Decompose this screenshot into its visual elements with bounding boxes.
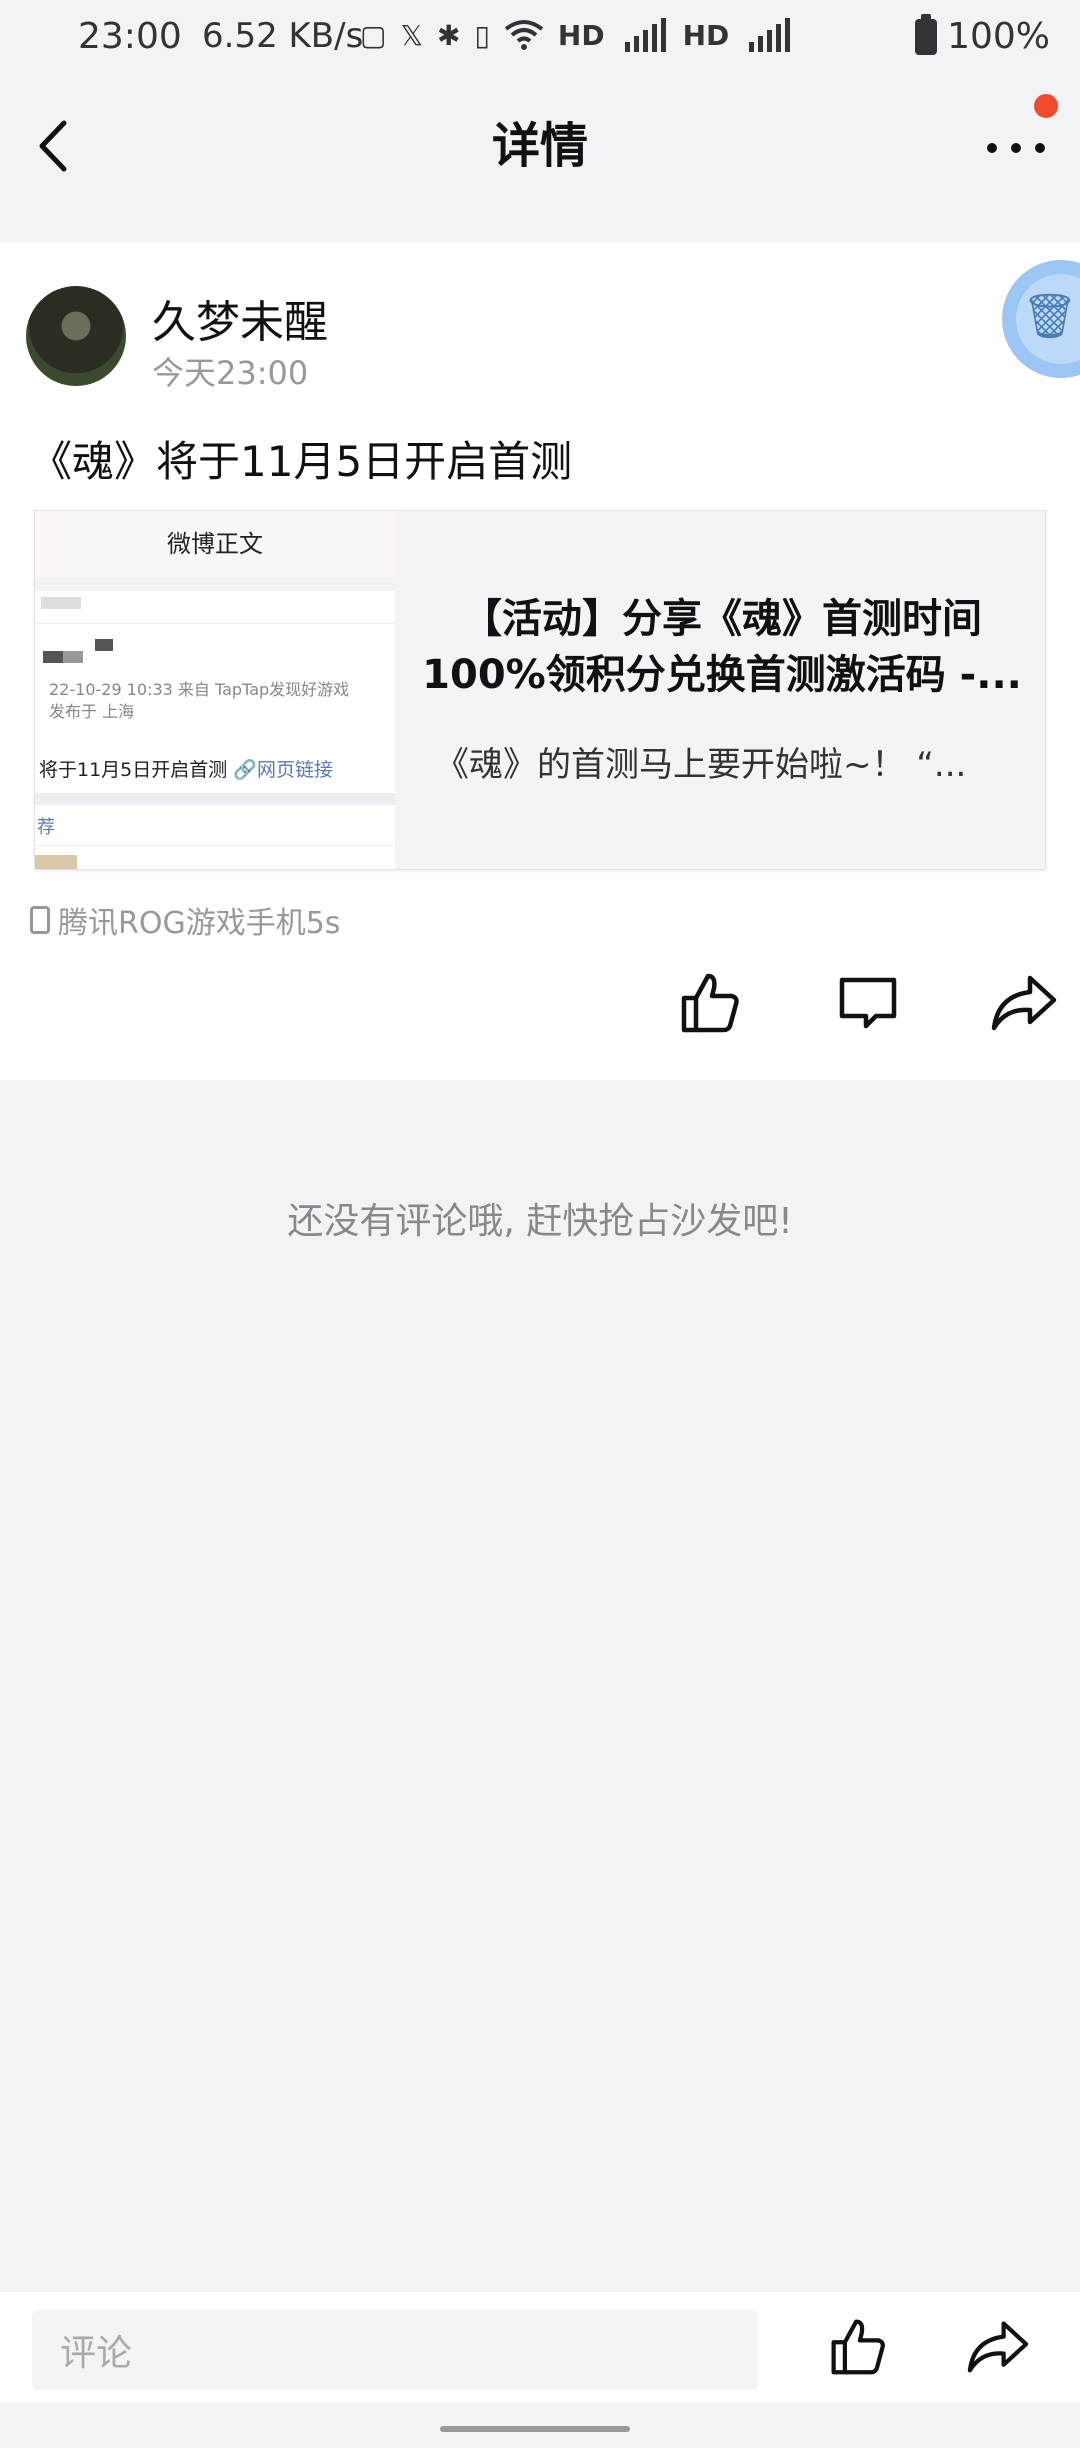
thumbnail-blur	[41, 597, 81, 609]
x-icon: 𝕏	[400, 18, 424, 52]
status-icons: ▢ 𝕏 ✱ ▯ HD HD	[360, 18, 793, 52]
link-card-description: 《魂》的首测马上要开始啦~！ “...	[435, 745, 967, 785]
hd-icon: HD	[557, 18, 605, 52]
battery-icon	[915, 13, 938, 55]
like-icon	[681, 973, 739, 1033]
post-actions	[0, 962, 1080, 1062]
thumbnail-post-text: 将于11月5日开启首测 🔗网页链接	[39, 755, 333, 782]
top-header: 详情	[0, 78, 1080, 238]
battery-percent: 100%	[947, 16, 1050, 57]
bottom-share-button[interactable]	[958, 2306, 1038, 2386]
avatar[interactable]	[26, 286, 126, 386]
link-thumbnail: 微博正文 22-10-29 10:33 来自 TapTap发现好游戏 发布于 上…	[35, 511, 395, 869]
wifi-icon	[504, 20, 544, 50]
page-title: 详情	[491, 118, 588, 174]
thumbnail-divider	[35, 793, 395, 805]
thumbnail-meta: 22-10-29 10:33 来自 TapTap发现好游戏 发布于 上海	[49, 679, 349, 723]
battery-indicator: 100%	[915, 13, 1050, 57]
post-username[interactable]: 久梦未醒	[152, 286, 328, 350]
thumbnail-section: 荐	[37, 817, 55, 838]
bluetooth-icon: ✱	[437, 18, 461, 52]
device-source: 腾讯ROG游戏手机5s	[30, 898, 340, 942]
vibrate-icon: ▯	[474, 18, 490, 52]
post-time: 今天23:00	[152, 354, 309, 392]
link-card-title: 【活动】分享《魂》首测时间100%领积分兑换首测激活码 -...	[422, 596, 1022, 698]
comment-icon	[839, 977, 897, 1029]
like-icon	[831, 2319, 885, 2375]
thumbnail-pixel	[95, 639, 113, 651]
120hz-icon: ▢	[360, 18, 387, 52]
more-button[interactable]	[976, 118, 1056, 178]
device-name: 腾讯ROG游戏手机5s	[58, 906, 341, 941]
share-icon	[967, 2321, 1029, 2373]
empty-comments-message: 还没有评论哦, 赶快抢占沙发吧!	[287, 1201, 793, 1242]
bottom-bar: 评论	[0, 2292, 1080, 2402]
trash-icon: 🗑	[1022, 291, 1078, 342]
thumbnail-pixel	[63, 651, 83, 663]
thumbnail-meta-line: 22-10-29 10:33 来自 TapTap发现好游戏	[49, 680, 350, 699]
thumbnail-text: 将于11月5日开启首测	[39, 759, 228, 781]
home-indicator[interactable]	[440, 2426, 630, 2432]
thumbnail-link: 🔗网页链接	[233, 759, 333, 781]
thumbnail-link-text: 网页链接	[256, 759, 333, 781]
thumbnail-pixel	[43, 651, 63, 663]
more-dots-icon	[987, 143, 1045, 153]
thumbnail-header: 微博正文	[35, 511, 395, 578]
floating-assistant-button[interactable]: 🗑	[1002, 260, 1080, 378]
link-preview-card[interactable]: 微博正文 22-10-29 10:33 来自 TapTap发现好游戏 发布于 上…	[34, 510, 1046, 870]
thumbnail-divider	[35, 577, 395, 591]
signal-4g-icon	[749, 18, 791, 52]
post-card: 久梦未醒 今天23:00 🗑 《魂》将于11月5日开启首测 微博正文 22-10…	[0, 242, 1080, 1080]
notification-badge	[1034, 94, 1058, 118]
status-bar: 23:00 6.52 KB/s ▢ 𝕏 ✱ ▯ HD HD 100%	[0, 0, 1080, 78]
post-text: 《魂》将于11月5日开启首测	[30, 437, 573, 486]
phone-icon	[30, 906, 50, 934]
thumbnail-meta-line: 发布于 上海	[49, 702, 135, 721]
comment-input[interactable]: 评论	[32, 2310, 758, 2390]
status-net-speed: 6.52 KB/s	[202, 16, 364, 56]
status-time: 23:00	[78, 16, 182, 57]
thumbnail-divider	[35, 845, 395, 846]
share-icon	[991, 975, 1057, 1031]
bottom-like-button[interactable]	[818, 2306, 898, 2386]
thumbnail-divider	[35, 623, 395, 624]
share-button[interactable]	[984, 962, 1064, 1042]
signal-4g-icon	[624, 18, 666, 52]
thumbnail-image	[35, 855, 77, 869]
like-button[interactable]	[670, 962, 750, 1042]
hd-icon: HD	[682, 18, 730, 52]
comment-button[interactable]	[828, 962, 908, 1042]
